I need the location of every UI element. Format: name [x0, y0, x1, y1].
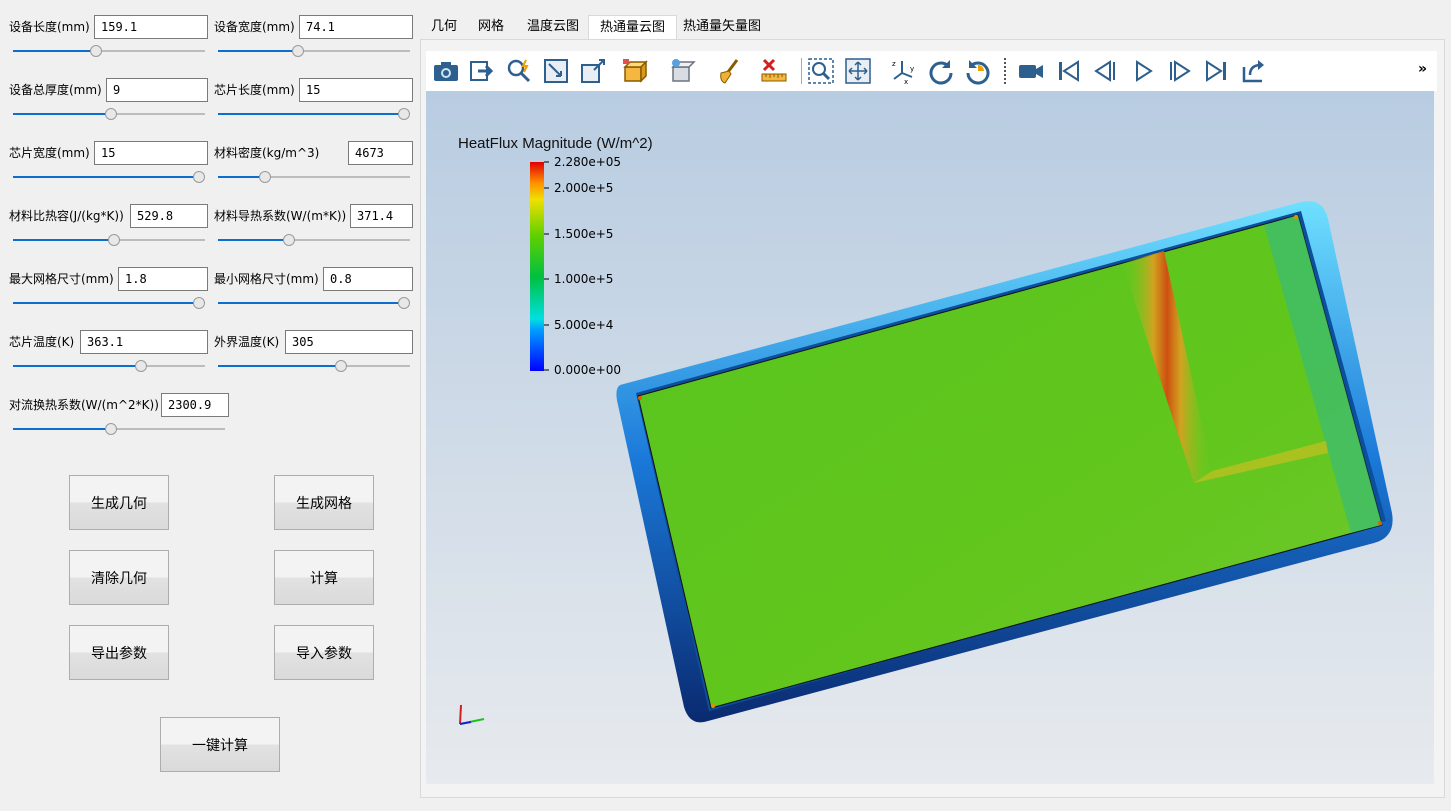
device-model: [616, 201, 1393, 723]
axes-triad: [459, 704, 485, 725]
tab-heatflux-contour[interactable]: 热通量云图: [588, 15, 678, 39]
max-mesh-label: 最大网格尺寸(mm): [9, 272, 114, 286]
next-frame-icon[interactable]: [1165, 56, 1195, 86]
colorbar-label: 1.500e+5: [554, 227, 614, 241]
video-icon[interactable]: [1016, 56, 1046, 86]
thermal-conductivity-label: 材料导热系数(W/(m*K)): [214, 209, 347, 223]
compute-button[interactable]: 计算: [274, 550, 374, 605]
material-density-label: 材料密度(kg/m^3): [214, 146, 320, 160]
convection-slider[interactable]: [13, 422, 225, 436]
camera-icon[interactable]: [431, 56, 461, 86]
chip-length-slider[interactable]: [218, 107, 410, 121]
min-mesh-slider[interactable]: [218, 296, 410, 310]
min-mesh-input[interactable]: 0.8: [323, 267, 413, 291]
max-mesh-slider[interactable]: [13, 296, 205, 310]
toolbar-separator: [1004, 58, 1006, 84]
play-icon[interactable]: [1128, 56, 1158, 86]
device-thickness-input[interactable]: 9: [106, 78, 208, 102]
chip-width-input[interactable]: 15: [94, 141, 208, 165]
svg-text:z: z: [892, 60, 896, 68]
specific-heat-input[interactable]: 529.8: [130, 204, 208, 228]
thermal-conductivity-input[interactable]: 371.4: [350, 204, 413, 228]
svg-text:y: y: [910, 65, 914, 73]
device-length-input[interactable]: 159.1: [94, 15, 208, 39]
toolbar-overflow-button[interactable]: »: [1418, 61, 1427, 77]
convection-label: 对流换热系数(W/(m^2*K)): [9, 398, 159, 412]
one-click-compute-button[interactable]: 一键计算: [160, 717, 280, 772]
specific-heat-slider[interactable]: [13, 233, 205, 247]
colorbar-label-max: 2.280e+05: [554, 155, 622, 169]
loop-icon[interactable]: [1239, 56, 1269, 86]
colorbar-label: 2.000e+5: [554, 181, 614, 195]
tab-geometry[interactable]: 几何: [420, 15, 468, 39]
chip-length-label: 芯片长度(mm): [214, 83, 295, 97]
generate-mesh-button[interactable]: 生成网格: [274, 475, 374, 530]
ambient-temp-input[interactable]: 305: [285, 330, 413, 354]
colorbar-ticks: [544, 161, 549, 371]
colorbar-label: 1.000e+5: [554, 272, 614, 286]
box-widget-icon[interactable]: [620, 56, 650, 86]
import-params-button[interactable]: 导入参数: [274, 625, 374, 680]
material-density-slider[interactable]: [218, 170, 410, 184]
rotate-ccw-icon[interactable]: [963, 56, 993, 86]
ambient-temp-label: 外界温度(K): [214, 335, 280, 349]
svg-text:x: x: [904, 78, 908, 85]
zoom-box-icon[interactable]: [806, 56, 836, 86]
specific-heat-label: 材料比热容(J/(kg*K)): [9, 209, 124, 223]
thermal-conductivity-slider[interactable]: [218, 233, 410, 247]
toolbar-separator: [801, 58, 802, 84]
min-mesh-label: 最小网格尺寸(mm): [214, 272, 319, 286]
device-length-label: 设备长度(mm): [9, 20, 90, 34]
tab-heatflux-vector[interactable]: 热通量矢量图: [672, 15, 772, 39]
first-frame-icon[interactable]: [1053, 56, 1083, 86]
chip-temp-label: 芯片温度(K): [9, 335, 75, 349]
render-viewport[interactable]: HeatFlux Magnitude (W/m^2) 2.280e+05 2.0…: [426, 91, 1434, 784]
colorbar-title: HeatFlux Magnitude (W/m^2): [458, 135, 653, 152]
device-width-input[interactable]: 74.1: [299, 15, 413, 39]
material-density-input[interactable]: 4673: [348, 141, 413, 165]
export-params-button[interactable]: 导出参数: [69, 625, 169, 680]
chip-width-label: 芯片宽度(mm): [9, 146, 90, 160]
clear-geometry-button[interactable]: 清除几何: [69, 550, 169, 605]
last-frame-icon[interactable]: [1202, 56, 1232, 86]
device-length-slider[interactable]: [13, 44, 205, 58]
tab-mesh[interactable]: 网格: [467, 15, 515, 39]
device-width-label: 设备宽度(mm): [214, 20, 295, 34]
export-icon[interactable]: [467, 56, 497, 86]
tab-temperature-contour[interactable]: 温度云图: [516, 15, 590, 39]
chip-temp-slider[interactable]: [13, 359, 205, 373]
colorbar-label: 5.000e+4: [554, 318, 614, 332]
pick-icon[interactable]: [504, 56, 534, 86]
generate-geometry-button[interactable]: 生成几何: [69, 475, 169, 530]
chip-width-slider[interactable]: [13, 170, 205, 184]
ambient-temp-slider[interactable]: [218, 359, 410, 373]
fullscreen-icon[interactable]: [578, 56, 608, 86]
plane-widget-icon[interactable]: [667, 56, 697, 86]
device-width-slider[interactable]: [218, 44, 410, 58]
colorbar-gradient: [530, 162, 544, 371]
chip-temp-input[interactable]: 363.1: [80, 330, 208, 354]
chip-length-input[interactable]: 15: [299, 78, 413, 102]
ruler-icon[interactable]: [759, 56, 789, 86]
device-thickness-slider[interactable]: [13, 107, 205, 121]
convection-input[interactable]: 2300.9: [161, 393, 229, 417]
max-mesh-input[interactable]: 1.8: [118, 267, 208, 291]
axes-icon[interactable]: z yx: [889, 56, 919, 86]
colorbar-label-min: 0.000e+00: [554, 363, 622, 377]
reset-view-icon[interactable]: [541, 56, 571, 86]
clear-icon[interactable]: [714, 56, 744, 86]
prev-frame-icon[interactable]: [1090, 56, 1120, 86]
device-thickness-label: 设备总厚度(mm): [9, 83, 102, 97]
fit-view-icon[interactable]: [843, 56, 873, 86]
rotate-cw-icon[interactable]: [926, 56, 956, 86]
